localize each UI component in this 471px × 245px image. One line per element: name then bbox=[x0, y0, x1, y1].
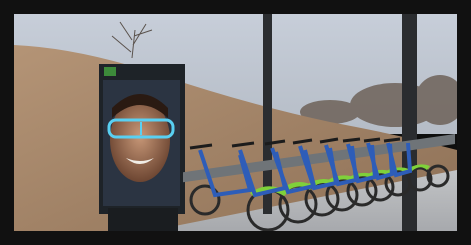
kiosk-base bbox=[108, 208, 178, 231]
kiosk-logo bbox=[104, 67, 116, 76]
street-scene-photo bbox=[0, 0, 471, 245]
street-pole-tall bbox=[402, 14, 417, 231]
street-pole bbox=[263, 14, 272, 214]
scene-svg bbox=[0, 0, 471, 245]
